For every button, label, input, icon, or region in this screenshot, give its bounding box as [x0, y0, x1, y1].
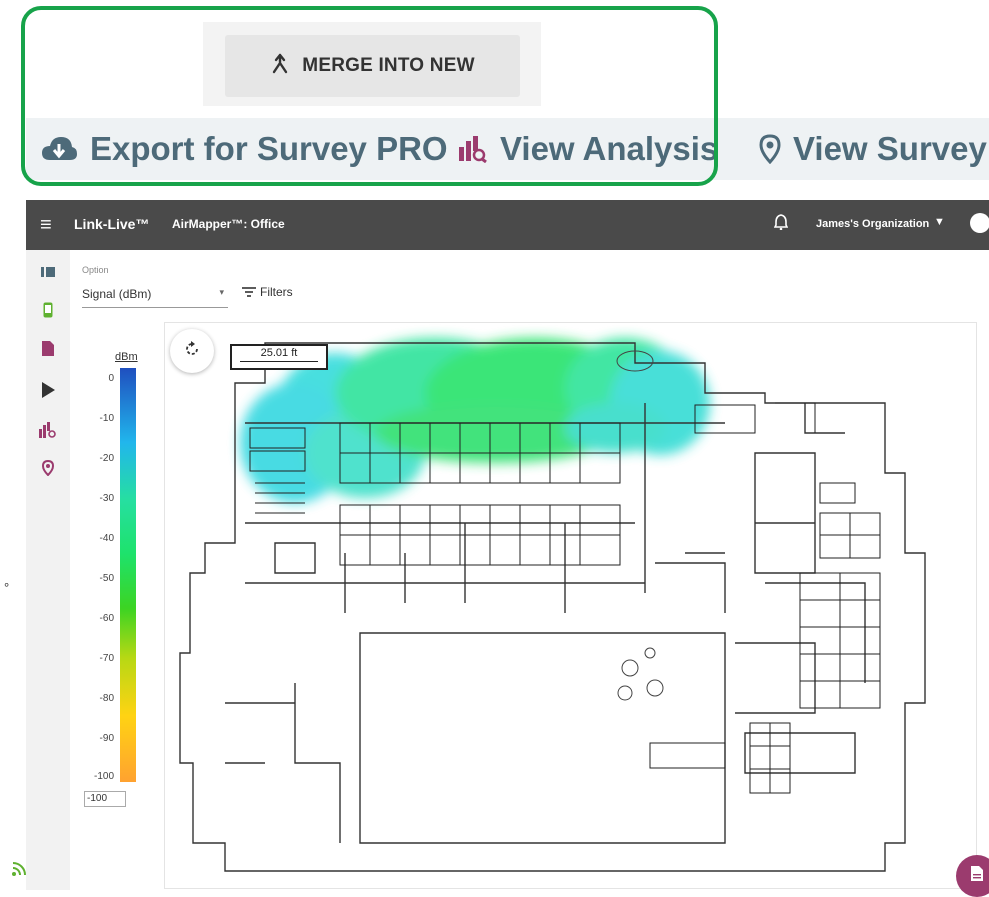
scale-indicator: 25.01 ft: [230, 344, 328, 370]
legend-tick: -20: [99, 453, 114, 464]
survey-label: View Survey: [793, 130, 987, 167]
legend-tick: -90: [99, 733, 114, 744]
account-icon[interactable]: [970, 213, 989, 233]
analysis-icon: [458, 135, 488, 163]
export-survey-pro-button[interactable]: Export for Survey PRO: [40, 130, 448, 168]
option-select-value: Signal (dBm): [82, 287, 152, 301]
left-nav: [26, 250, 70, 890]
rss-icon[interactable]: [12, 862, 26, 881]
play-icon[interactable]: [38, 380, 58, 400]
filters-label: Filters: [260, 285, 293, 299]
analysis-nav-icon[interactable]: [38, 420, 58, 440]
map-pin-nav-icon[interactable]: [38, 458, 58, 478]
brand-title[interactable]: Link-Live™: [74, 216, 149, 232]
edge-fragment-icon: °: [4, 580, 10, 595]
legend-tick: 0: [108, 373, 114, 384]
legend-tick: -70: [99, 653, 114, 664]
min-value-input[interactable]: -100: [84, 791, 126, 807]
merge-panel: MERGE INTO NEW: [203, 22, 541, 106]
merge-into-new-button[interactable]: MERGE INTO NEW: [225, 35, 520, 97]
chevron-down-icon[interactable]: ▼: [934, 216, 945, 228]
view-analysis-button[interactable]: View Analysis: [458, 130, 718, 168]
legend-tick: -30: [99, 493, 114, 504]
option-select[interactable]: Signal (dBm) ▾: [82, 287, 228, 308]
main-panel: Option Signal (dBm) ▾ Filters dBm 0 -10 …: [70, 250, 989, 897]
legend-unit: dBm: [115, 351, 138, 363]
refresh-icon: [184, 340, 200, 362]
dropdown-arrow-icon: ▾: [219, 287, 224, 297]
option-label: Option: [82, 265, 109, 275]
page-title: AirMapper™: Office: [172, 217, 285, 231]
filters-button[interactable]: Filters: [242, 284, 293, 300]
document-fab-icon: [971, 866, 983, 886]
legend-tick: -60: [99, 613, 114, 624]
floorplan-map[interactable]: [164, 322, 977, 889]
app-bar: ≡ Link-Live™ AirMapper™: Office James's …: [26, 200, 989, 250]
projects-icon[interactable]: [38, 262, 58, 282]
report-fab-button[interactable]: [956, 855, 989, 897]
hamburger-menu-icon[interactable]: ≡: [40, 214, 52, 237]
callout-area: MERGE INTO NEW Export for Survey PRO Vie…: [0, 0, 989, 200]
merge-icon: [270, 52, 290, 80]
export-label: Export for Survey PRO: [90, 130, 448, 167]
legend-gradient: [120, 368, 136, 782]
device-icon[interactable]: [38, 300, 58, 320]
cloud-download-icon: [40, 134, 78, 164]
legend-tick: -80: [99, 693, 114, 704]
analysis-label: View Analysis: [500, 130, 719, 167]
filter-icon: [242, 284, 256, 300]
bell-icon[interactable]: [773, 214, 789, 235]
refresh-button[interactable]: [170, 329, 214, 373]
view-survey-button[interactable]: View Survey: [759, 130, 987, 168]
legend-tick: -40: [99, 533, 114, 544]
merge-label: MERGE INTO NEW: [302, 55, 475, 76]
organization-selector[interactable]: James's Organization: [816, 218, 929, 230]
app-window: ≡ Link-Live™ AirMapper™: Office James's …: [26, 200, 989, 897]
action-bar: Export for Survey PRO View Analysis View…: [26, 118, 989, 180]
scale-label: 25.01 ft: [260, 347, 298, 359]
map-pin-icon: [759, 134, 781, 164]
legend-tick: -10: [99, 413, 114, 424]
floorplan-drawing: [179, 338, 926, 872]
document-icon[interactable]: [38, 338, 58, 358]
legend-tick: -50: [99, 573, 114, 584]
scale-bar: [240, 361, 318, 362]
legend-tick: -100: [93, 771, 114, 782]
